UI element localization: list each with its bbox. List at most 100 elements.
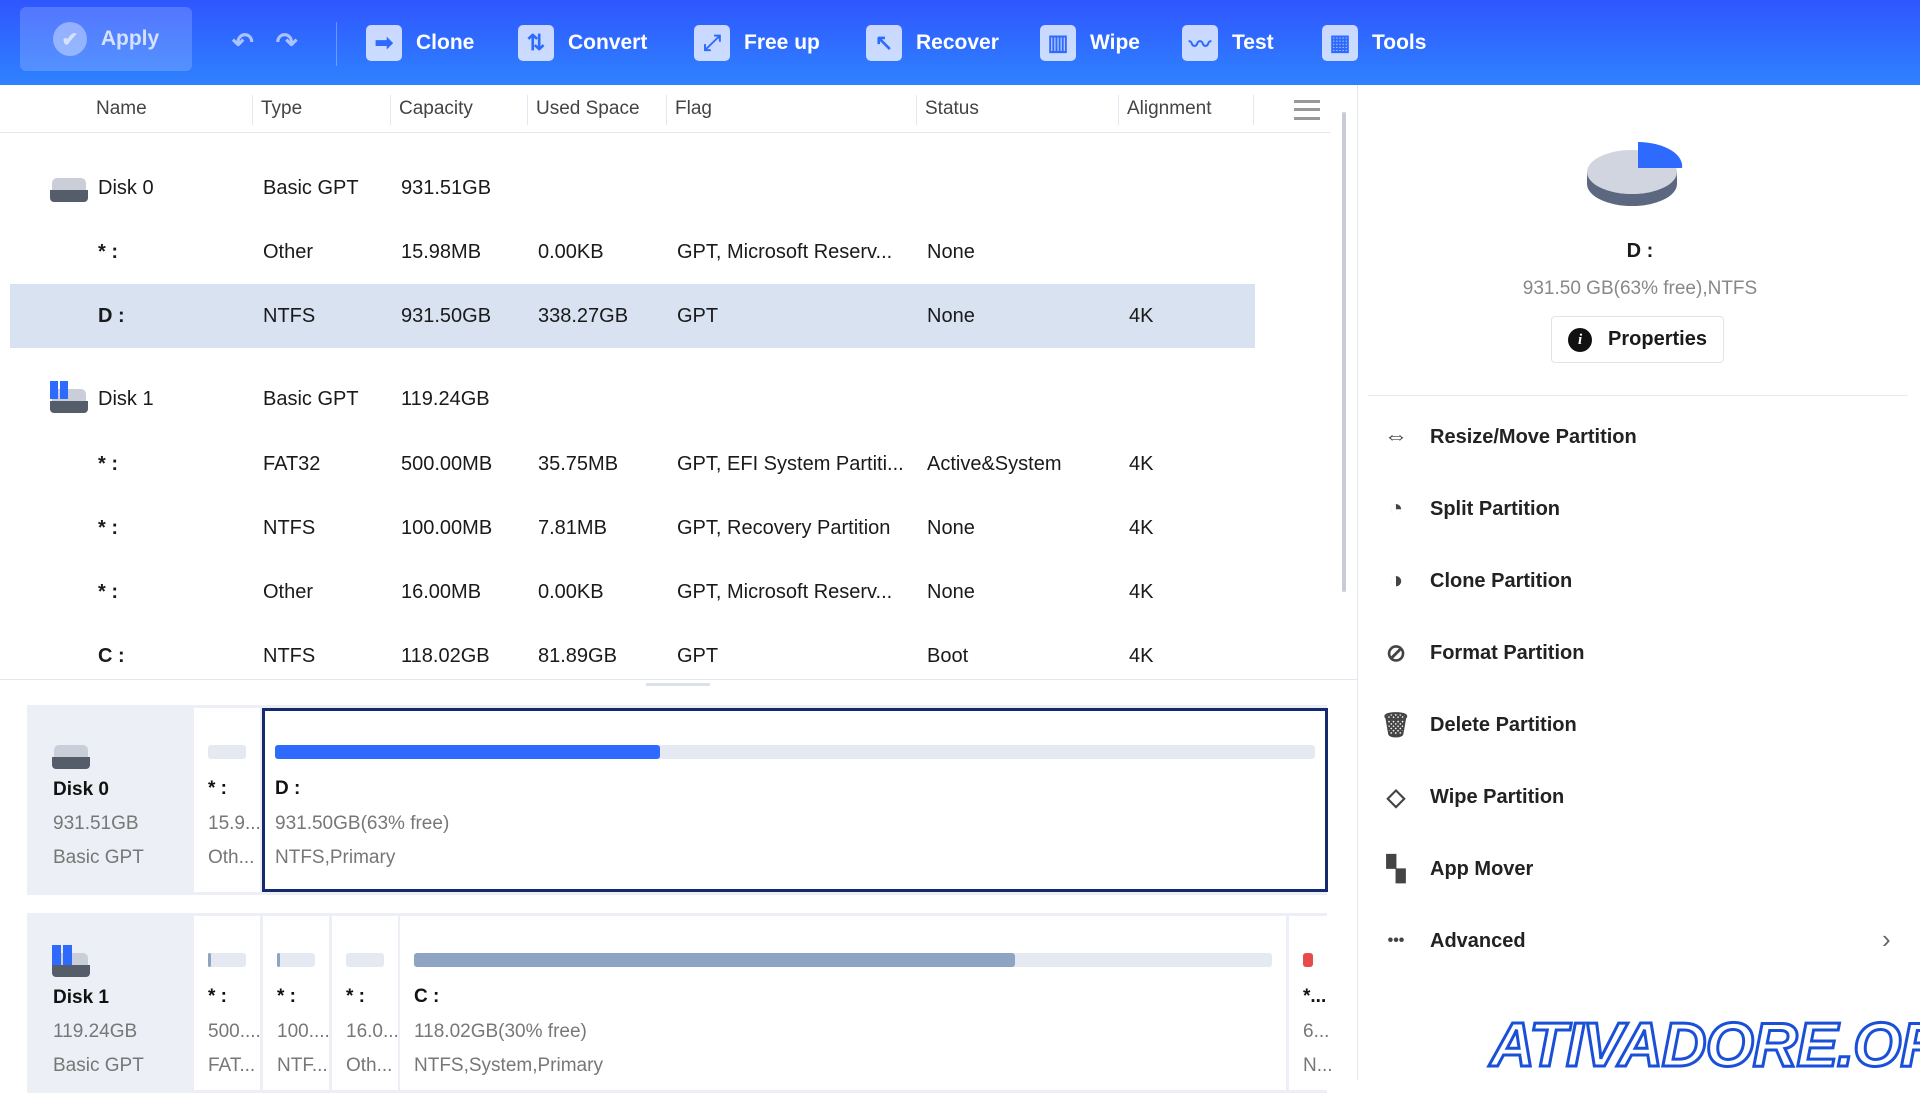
action-wipe-partition[interactable]: ◇ Wipe Partition (1380, 777, 1565, 817)
toolbar: ✔ Apply ↶ ↷ ➡ Clone ⇅ Convert ⤢ Free up ↖ Recover… (0, 0, 1920, 85)
cell-type: Other (263, 581, 314, 603)
column-header-status[interactable]: Status (925, 85, 979, 133)
partition-fs: Oth... (346, 1055, 393, 1076)
cell-type: NTFS (263, 517, 316, 539)
cell-status: None (927, 581, 975, 603)
free-up-icon: ⤢ (694, 24, 730, 61)
cell-used: 338.27GB (538, 305, 629, 327)
disk-row[interactable] (10, 156, 1255, 220)
diskmap-partition[interactable] (262, 708, 1328, 892)
toolbar-recover-button[interactable]: ↖ Recover (866, 0, 999, 85)
partition-row[interactable] (10, 220, 1255, 284)
cell-flag: GPT, Recovery Partition (677, 517, 891, 539)
cell-type: Other (263, 241, 314, 263)
partition-fs: Oth... (208, 847, 255, 868)
column-header-flag[interactable]: Flag (675, 85, 712, 133)
partition-size: 500.... (208, 1021, 261, 1042)
action-delete-partition[interactable]: 🗑 Delete Partition (1380, 705, 1577, 745)
action-advanced[interactable]: ••• Advanced (1380, 921, 1526, 961)
hard-disk-icon (50, 176, 88, 202)
partition-name: * : (346, 986, 365, 1007)
partition-name: C : (414, 986, 440, 1007)
column-settings-icon[interactable] (1294, 100, 1320, 120)
column-header-capacity[interactable]: Capacity (399, 85, 473, 133)
cell-align: 4K (1129, 581, 1154, 603)
diskmap-disk0-size: 931.51GB (53, 813, 139, 834)
split-icon: ◔ (1388, 495, 1404, 522)
undo-icon[interactable]: ↶ (232, 27, 254, 58)
partition-usage-bar (414, 953, 1272, 967)
toolbar-convert-button[interactable]: ⇅ Convert (518, 0, 647, 85)
cell-status: None (927, 241, 975, 263)
cell-status: Active&System (927, 453, 1062, 475)
cell-name: * : (98, 517, 118, 539)
partition-name: * : (277, 986, 296, 1007)
app-mover-icon: ▚ (1386, 855, 1406, 883)
properties-button[interactable]: i Properties (1551, 316, 1724, 363)
cell-align: 4K (1129, 305, 1154, 327)
cell-capacity: 931.51GB (401, 177, 492, 199)
table-scrollbar[interactable] (1342, 112, 1346, 592)
action-resize-move-partition[interactable]: ⇔ Resize/Move Partition (1380, 417, 1637, 457)
toolbar-tools-button[interactable]: ▦ Tools (1322, 0, 1426, 85)
cell-name: * : (98, 241, 118, 263)
cell-flag: GPT, EFI System Partiti... (677, 453, 904, 475)
splitter-handle[interactable] (646, 683, 710, 686)
column-header-align[interactable]: Alignment (1127, 85, 1212, 133)
partition-usage-bar (275, 745, 1315, 759)
partition-row[interactable] (10, 560, 1255, 624)
disk-row[interactable] (10, 367, 1255, 431)
cell-type: Basic GPT (263, 388, 359, 410)
action-app-mover[interactable]: ▚ App Mover (1380, 849, 1534, 889)
cell-flag: GPT, Microsoft Reserv... (677, 581, 893, 603)
cell-name: Disk 1 (98, 388, 154, 410)
partition-row[interactable] (10, 496, 1255, 560)
advanced-chevron-icon[interactable]: › (1882, 924, 1891, 955)
cell-align: 4K (1129, 453, 1154, 475)
cell-flag: GPT, Microsoft Reserv... (677, 241, 893, 263)
action-clone-partition[interactable]: ◑ Clone Partition (1380, 561, 1572, 601)
info-icon: i (1568, 327, 1593, 352)
cell-name: Disk 0 (98, 177, 154, 199)
toolbar-clone-button[interactable]: ➡ Clone (366, 0, 474, 85)
trash-icon: 🗑 (1380, 711, 1412, 739)
diskmap-disk1-size: 119.24GB (53, 1021, 138, 1042)
cell-name: * : (98, 581, 118, 603)
toolbar-test-button[interactable]: 〰 Test (1182, 0, 1274, 85)
partition-row[interactable] (10, 432, 1255, 496)
column-header-name[interactable]: Name (96, 85, 147, 133)
cell-status: None (927, 517, 975, 539)
partition-size: 16.0... (346, 1021, 399, 1042)
tools-icon: ▦ (1322, 24, 1358, 61)
partition-size: 931.50GB(63% free) (275, 813, 450, 834)
cell-type: Basic GPT (263, 177, 359, 199)
partition-fs: NTF... (277, 1055, 328, 1076)
cell-name: * : (98, 453, 118, 475)
cell-flag: GPT (677, 305, 719, 327)
column-header-type[interactable]: Type (261, 85, 302, 133)
selected-drive-label: D : (1626, 240, 1654, 262)
partition-fs: N... (1303, 1055, 1333, 1076)
watermark: ATIVADORE.ORG (1488, 1010, 1920, 1082)
resize-icon: ⇔ (1384, 423, 1408, 450)
test-icon: 〰 (1182, 24, 1218, 61)
partition-fs: NTFS,System,Primary (414, 1055, 603, 1076)
partition-size: 15.9... (208, 813, 261, 834)
diskmap-disk1-name: Disk 1 (53, 987, 109, 1008)
apply-button[interactable]: ✔ Apply (20, 7, 192, 71)
action-split-partition[interactable]: ◔ Split Partition (1380, 489, 1560, 529)
cell-type: FAT32 (263, 453, 321, 475)
action-format-partition[interactable]: ⊘ Format Partition (1380, 633, 1585, 673)
eraser-icon: ◇ (1386, 783, 1406, 811)
redo-icon[interactable]: ↷ (276, 27, 298, 58)
partition-row[interactable] (10, 284, 1255, 348)
clone-partition-icon: ◑ (1388, 567, 1404, 594)
partition-name: D : (275, 778, 301, 799)
partition-usage-bar (346, 953, 384, 967)
cell-capacity: 931.50GB (401, 305, 492, 327)
toolbar-wipe-button[interactable]: ▥ Wipe (1040, 0, 1140, 85)
column-header-used[interactable]: Used Space (536, 85, 640, 133)
toolbar-free-up-button[interactable]: ⤢ Free up (694, 0, 820, 85)
cell-type: NTFS (263, 305, 316, 327)
partition-size: 6... (1303, 1021, 1330, 1042)
